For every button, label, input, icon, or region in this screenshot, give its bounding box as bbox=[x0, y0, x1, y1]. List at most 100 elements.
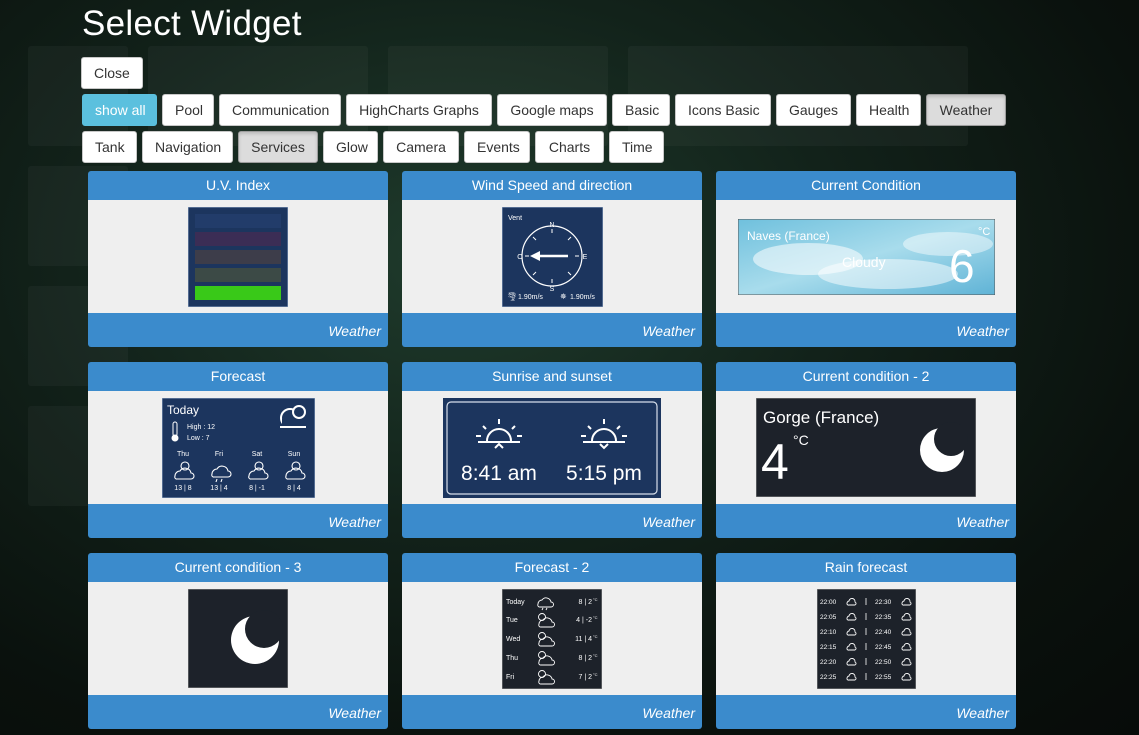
widget-card-sunrise-sunset[interactable]: Sunrise and sunset 8:41 am 5:15 pm Weath… bbox=[402, 362, 702, 538]
widget-title: Wind Speed and direction bbox=[471, 177, 633, 193]
forecast-row-day: Tue bbox=[506, 617, 518, 624]
widget-category: Weather bbox=[328, 323, 381, 339]
rain-time: 22:10 bbox=[820, 629, 837, 636]
widget-category: Weather bbox=[642, 514, 695, 530]
forecast-day-name: Sun bbox=[287, 451, 300, 458]
filter-basic[interactable]: Basic bbox=[612, 94, 670, 126]
uv-index-preview bbox=[188, 206, 288, 307]
wind-label: Vent bbox=[508, 215, 522, 222]
widget-category: Weather bbox=[328, 705, 381, 721]
forecast-row-values: 7 | 2 bbox=[579, 674, 593, 681]
rain-time: 22:40 bbox=[875, 629, 892, 636]
forecast-day-name: Sat bbox=[251, 451, 262, 458]
compass-east: E bbox=[582, 254, 587, 261]
rain-time: 22:55 bbox=[875, 674, 892, 681]
forecast-day-values: 8 | -1 bbox=[249, 485, 265, 492]
filter-highcharts-graphs[interactable]: HighCharts Graphs bbox=[346, 94, 492, 126]
widget-title: Current Condition bbox=[811, 177, 921, 193]
filter-navigation[interactable]: Navigation bbox=[142, 131, 233, 163]
filter-services[interactable]: Services bbox=[238, 131, 318, 163]
rain-time: 22:25 bbox=[820, 674, 837, 681]
forecast-day-values: 13 | 4 bbox=[210, 485, 227, 492]
compass-west: O bbox=[517, 254, 523, 261]
condition-location: Gorge (France) bbox=[763, 408, 879, 427]
condition-unit: °C bbox=[978, 226, 990, 238]
wind-speed-2: 1.90m/s bbox=[570, 294, 595, 301]
forecast-today-label: Today bbox=[167, 403, 199, 417]
widget-title: Forecast - 2 bbox=[514, 559, 590, 575]
condition-temperature: 4 bbox=[761, 434, 789, 490]
filter-communication[interactable]: Communication bbox=[219, 94, 341, 126]
widget-preview: Gorge (France) 4 °C bbox=[716, 391, 1016, 504]
wind-turbine-icon: ✵ bbox=[560, 292, 567, 301]
filter-show-all[interactable]: show all bbox=[82, 94, 157, 126]
forecast-row-unit: °C bbox=[593, 634, 598, 639]
filter-health[interactable]: Health bbox=[856, 94, 921, 126]
forecast-row-values: 11 | 4 bbox=[575, 636, 592, 643]
filter-google-maps[interactable]: Google maps bbox=[497, 94, 607, 126]
widget-card-current-condition-3[interactable]: Current condition - 3 Weather bbox=[88, 553, 388, 729]
condition-temperature: 6 bbox=[949, 240, 975, 292]
widget-title: Rain forecast bbox=[824, 559, 908, 575]
filter-charts[interactable]: Charts bbox=[535, 131, 604, 163]
forecast-row-values: 4 | -2 bbox=[576, 617, 592, 624]
widget-category: Weather bbox=[956, 705, 1009, 721]
filter-time[interactable]: Time bbox=[609, 131, 664, 163]
filter-camera[interactable]: Camera bbox=[383, 131, 459, 163]
widget-card-forecast[interactable]: Forecast Today High : 12 Low : 7 Thu Fri… bbox=[88, 362, 388, 538]
filter-glow[interactable]: Glow bbox=[323, 131, 378, 163]
wind-compass-preview: Vent N S E O 🌪 1.90m/s ✵ 1.90m/s bbox=[501, 206, 603, 307]
filter-tank[interactable]: Tank bbox=[82, 131, 137, 163]
rain-time: 22:35 bbox=[875, 614, 892, 621]
close-button[interactable]: Close bbox=[81, 57, 143, 89]
widget-card-forecast-2[interactable]: Forecast - 2 Today Tue Wed Thu Fri 8 | 2… bbox=[402, 553, 702, 729]
forecast-row-unit: °C bbox=[593, 653, 598, 658]
page-title: Select Widget bbox=[82, 4, 302, 43]
widget-preview: Vent N S E O 🌪 1.90m/s ✵ 1.90m/s bbox=[402, 200, 702, 313]
widget-title: Current condition - 3 bbox=[174, 559, 302, 575]
widget-card-rain-forecast[interactable]: Rain forecast 22:00 22:05 22:10 22:15 22… bbox=[716, 553, 1016, 729]
rain-time: 22:45 bbox=[875, 644, 892, 651]
widget-card-current-condition[interactable]: Current Condition Naves (France) Cloudy … bbox=[716, 171, 1016, 347]
forecast-row-unit: °C bbox=[593, 672, 598, 677]
sunrise-time: 8:41 am bbox=[461, 462, 537, 485]
widget-card-wind-speed[interactable]: Wind Speed and direction Vent N S E O 🌪 … bbox=[402, 171, 702, 347]
widget-title: U.V. Index bbox=[205, 177, 271, 193]
forecast-row-day: Today bbox=[506, 599, 525, 606]
current-condition-preview: Naves (France) Cloudy 6 °C bbox=[737, 218, 995, 295]
compass-north: N bbox=[549, 222, 554, 229]
widget-preview: Naves (France) Cloudy 6 °C bbox=[716, 200, 1016, 313]
forecast-high: High : 12 bbox=[187, 424, 215, 431]
rain-time: 22:00 bbox=[820, 599, 837, 606]
forecast-row-unit: °C bbox=[593, 615, 598, 620]
widget-category: Weather bbox=[642, 323, 695, 339]
condition-location: Naves (France) bbox=[747, 229, 830, 243]
widget-card-uv-index[interactable]: U.V. Index Weather bbox=[88, 171, 388, 347]
filter-gauges[interactable]: Gauges bbox=[776, 94, 851, 126]
filter-pool[interactable]: Pool bbox=[162, 94, 214, 126]
current-condition-3-preview bbox=[188, 589, 288, 688]
widget-preview bbox=[88, 582, 388, 695]
rain-forecast-preview: 22:00 22:05 22:10 22:15 22:20 22:25 22:3… bbox=[816, 588, 916, 689]
forecast-day-values: 8 | 4 bbox=[287, 485, 301, 492]
filter-events[interactable]: Events bbox=[464, 131, 530, 163]
wind-speed-1: 1.90m/s bbox=[518, 294, 543, 301]
condition-unit: °C bbox=[793, 432, 809, 448]
forecast-row-unit: °C bbox=[593, 597, 598, 602]
widget-category: Weather bbox=[956, 323, 1009, 339]
forecast-row-day: Wed bbox=[506, 636, 520, 643]
current-condition-2-preview: Gorge (France) 4 °C bbox=[756, 398, 976, 497]
widget-card-current-condition-2[interactable]: Current condition - 2 Gorge (France) 4 °… bbox=[716, 362, 1016, 538]
forecast-day-name: Fri bbox=[214, 451, 223, 458]
condition-text: Cloudy bbox=[842, 254, 886, 270]
widget-title: Sunrise and sunset bbox=[492, 368, 612, 384]
rain-time: 22:20 bbox=[820, 659, 837, 666]
widget-preview: Today Tue Wed Thu Fri 8 | 2 4 | -2 11 | … bbox=[402, 582, 702, 695]
compass-south: S bbox=[549, 286, 554, 293]
widget-category: Weather bbox=[956, 514, 1009, 530]
forecast-day-name: Thu bbox=[176, 451, 188, 458]
filter-weather[interactable]: Weather bbox=[926, 94, 1006, 126]
rain-time: 22:50 bbox=[875, 659, 892, 666]
forecast-row-values: 8 | 2 bbox=[579, 599, 593, 606]
filter-icons-basic[interactable]: Icons Basic bbox=[675, 94, 771, 126]
